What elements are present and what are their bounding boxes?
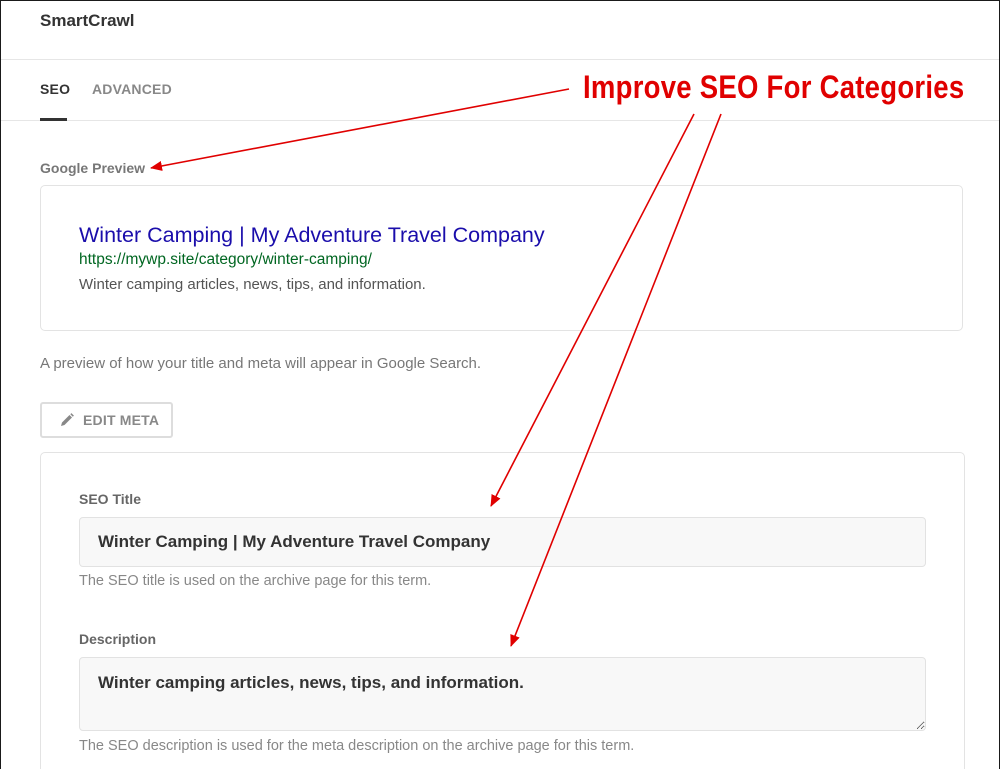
google-preview-title[interactable]: Winter Camping | My Adventure Travel Com… xyxy=(79,223,545,248)
google-preview-card: Winter Camping | My Adventure Travel Com… xyxy=(40,185,963,331)
google-preview-url: https://mywp.site/category/winter-campin… xyxy=(79,251,372,268)
seo-title-input[interactable] xyxy=(79,517,926,567)
google-preview-label: Google Preview xyxy=(40,160,146,176)
google-preview-help-text: A preview of how your title and meta wil… xyxy=(40,355,482,372)
app-title: SmartCrawl xyxy=(40,11,135,30)
active-tab-indicator xyxy=(40,118,67,121)
seo-title-help-text: The SEO title is used on the archive pag… xyxy=(79,573,432,589)
edit-meta-button[interactable]: EDIT META xyxy=(40,402,173,438)
edit-meta-label: EDIT META xyxy=(83,412,160,428)
description-textarea[interactable]: Winter camping articles, news, tips, and… xyxy=(79,657,926,731)
description-label: Description xyxy=(79,631,157,647)
app-window: SmartCrawl SEO ADVANCED Google Preview W… xyxy=(0,0,1000,769)
tab-advanced[interactable]: ADVANCED xyxy=(92,81,172,97)
arrow-to-google-preview xyxy=(150,88,570,171)
tab-seo[interactable]: SEO xyxy=(40,81,70,97)
google-preview-description: Winter camping articles, news, tips, and… xyxy=(79,276,426,293)
header-divider xyxy=(1,59,999,60)
pencil-icon xyxy=(59,412,75,428)
description-help-text: The SEO description is used for the meta… xyxy=(79,738,635,754)
seo-title-label: SEO Title xyxy=(79,491,141,507)
annotation-callout: Improve SEO For Categories xyxy=(583,69,965,105)
tabs-divider xyxy=(1,120,999,121)
